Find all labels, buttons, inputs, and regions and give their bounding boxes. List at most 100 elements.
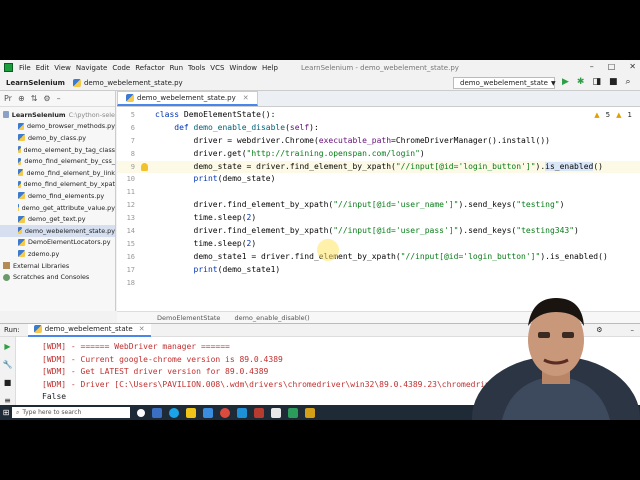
- cortana-icon[interactable]: [137, 408, 145, 417]
- target-icon[interactable]: ⊕: [18, 94, 25, 103]
- mail-icon[interactable]: [237, 407, 247, 418]
- menu-edit[interactable]: Edit: [36, 64, 50, 72]
- file-explorer-icon[interactable]: [186, 407, 196, 418]
- run-tab[interactable]: demo_webelement_state ✕: [27, 323, 151, 337]
- library-icon: [3, 262, 10, 270]
- project-tree-item[interactable]: Scratches and Consoles: [0, 271, 115, 283]
- menu-run[interactable]: Run: [170, 64, 183, 72]
- menu-navigate[interactable]: Navigate: [76, 64, 107, 72]
- code-area[interactable]: 5 class DemoElementState(): 6 def demo_en…: [117, 109, 640, 289]
- line-number: 16: [126, 252, 135, 261]
- line-number: 12: [126, 201, 135, 210]
- project-tree-item-label: demo_get_text.py: [28, 215, 86, 224]
- edge-icon[interactable]: [169, 407, 179, 418]
- menu-help[interactable]: Help: [262, 64, 278, 72]
- menu-code[interactable]: Code: [112, 64, 130, 72]
- close-icon[interactable]: ✕: [629, 62, 636, 71]
- line-number: 14: [126, 227, 135, 236]
- stop-icon[interactable]: ■: [4, 378, 12, 387]
- line-number: 10: [126, 175, 135, 184]
- taskbar-search[interactable]: ⌕ Type here to search: [12, 407, 130, 418]
- menu-view[interactable]: View: [54, 64, 71, 72]
- code-line: 7 driver = webdriver.Chrome(executable_p…: [117, 135, 640, 148]
- maximize-icon[interactable]: □: [608, 62, 616, 71]
- project-tree-item-label: External Libraries: [13, 261, 70, 270]
- close-tab-icon[interactable]: ✕: [139, 325, 145, 333]
- project-tree-item-label: demo_element_by_tag_class: [23, 145, 115, 154]
- lightbulb-icon[interactable]: [141, 162, 148, 171]
- project-view-select[interactable]: Pr: [4, 94, 12, 103]
- gear-icon[interactable]: ⚙: [43, 94, 50, 103]
- project-tree-item[interactable]: demo_element_by_tag_class: [0, 144, 115, 156]
- project-tree-item[interactable]: demo_find_elements.py: [0, 190, 115, 202]
- code-editor[interactable]: demo_webelement_state.py ✕ ▲ 5 ▲ 1 5 clas…: [117, 91, 640, 311]
- menu-tools[interactable]: Tools: [188, 64, 205, 72]
- code-line-current: 9 demo_state = driver.find_element_by_xp…: [117, 160, 640, 174]
- rerun-icon[interactable]: ▶: [4, 342, 10, 351]
- search-icon[interactable]: ⌕: [626, 77, 631, 87]
- scroll-icon[interactable]: ≡: [4, 396, 11, 405]
- search-icon: ⌕: [16, 408, 20, 416]
- project-tree-item-label: demo_browser_methods.py: [27, 122, 115, 131]
- project-tree-item[interactable]: demo_by_class.py: [0, 132, 115, 144]
- breadcrumb-method[interactable]: demo_enable_disable(): [234, 314, 309, 322]
- line-number: 18: [126, 278, 135, 287]
- minimize-icon[interactable]: –: [590, 62, 594, 71]
- app-icon[interactable]: [271, 407, 281, 418]
- task-view-icon[interactable]: [152, 407, 162, 418]
- debug-icon[interactable]: ✱: [577, 77, 585, 87]
- line-number: 5: [130, 111, 135, 119]
- menu-vcs[interactable]: VCS: [210, 64, 224, 72]
- tab-demo-webelement-state[interactable]: demo_webelement_state.py ✕: [117, 91, 258, 106]
- app-icon[interactable]: [305, 407, 315, 418]
- code-text: print(demo_state): [193, 174, 276, 184]
- project-panel: Pr ⊕ ⇅ ⚙ – LearnSelenium C:\python-sele de…: [0, 91, 116, 311]
- file-breadcrumb[interactable]: demo_webelement_state.py: [72, 78, 183, 87]
- pycharm-logo-icon: [4, 63, 13, 72]
- collapse-icon[interactable]: ⇅: [31, 94, 38, 103]
- run-icon[interactable]: ▶: [562, 77, 569, 87]
- wrench-icon[interactable]: 🔧: [3, 360, 13, 369]
- project-breadcrumb[interactable]: LearnSelenium: [6, 79, 65, 87]
- project-tree-item[interactable]: demo_find_element_by_xpat: [0, 179, 115, 191]
- app-icon[interactable]: [254, 407, 264, 418]
- python-file-icon: [18, 238, 25, 246]
- stop-icon[interactable]: ■: [609, 77, 618, 87]
- project-tree-item[interactable]: demo_get_attribute_value.py: [0, 202, 115, 214]
- project-tree-item[interactable]: demo_find_element_by_link: [0, 167, 115, 179]
- code-line: 12 driver.find_element_by_xpath("//input…: [117, 199, 640, 212]
- mouse-highlight: [317, 239, 339, 261]
- store-icon[interactable]: [203, 407, 213, 418]
- line-number: 17: [126, 265, 135, 274]
- python-file-icon: [18, 180, 21, 188]
- code-line: 14 driver.find_element_by_xpath("//input…: [117, 225, 640, 238]
- presenter-webcam-overlay: [472, 298, 640, 420]
- project-tree-item-label: DemoElementLocators.py: [28, 238, 111, 247]
- windows-start-icon[interactable]: ⊞: [0, 405, 12, 420]
- project-tree-item[interactable]: demo_get_text.py: [0, 213, 115, 225]
- code-line: 6 def demo_enable_disable(self):: [117, 122, 640, 135]
- breadcrumb-class[interactable]: DemoElementState: [157, 314, 220, 322]
- coverage-icon[interactable]: ◨: [592, 77, 601, 87]
- run-tab-label: demo_webelement_state: [44, 325, 133, 333]
- project-tree-item[interactable]: DemoElementLocators.py: [0, 237, 115, 249]
- project-tree-item[interactable]: demo_find_element_by_css_: [0, 155, 115, 167]
- project-tree-item[interactable]: demo_browser_methods.py: [0, 121, 115, 133]
- top-letterbox: [0, 0, 640, 60]
- close-tab-icon[interactable]: ✕: [243, 94, 249, 102]
- menu-window[interactable]: Window: [229, 64, 257, 72]
- menu-refactor[interactable]: Refactor: [135, 64, 164, 72]
- project-tree-item[interactable]: demo_webelement_state.py: [0, 224, 115, 237]
- hide-icon[interactable]: –: [57, 94, 61, 103]
- pycharm-taskbar-icon[interactable]: [288, 407, 298, 418]
- python-file-icon: [33, 325, 42, 333]
- project-tree-item-label: demo_find_element_by_link: [26, 168, 115, 177]
- python-file-icon: [126, 94, 134, 102]
- menu-file[interactable]: File: [19, 64, 31, 72]
- project-tree-item[interactable]: LearnSelenium C:\python-sele: [0, 109, 115, 121]
- project-tree-item[interactable]: External Libraries: [0, 260, 115, 272]
- chrome-icon[interactable]: [220, 407, 230, 418]
- project-tree-item[interactable]: zdemo.py: [0, 248, 115, 260]
- run-config-select[interactable]: demo_webelement_state ▼: [453, 77, 556, 89]
- code-line: 16 demo_state1 = driver.find_element_by_…: [117, 251, 640, 264]
